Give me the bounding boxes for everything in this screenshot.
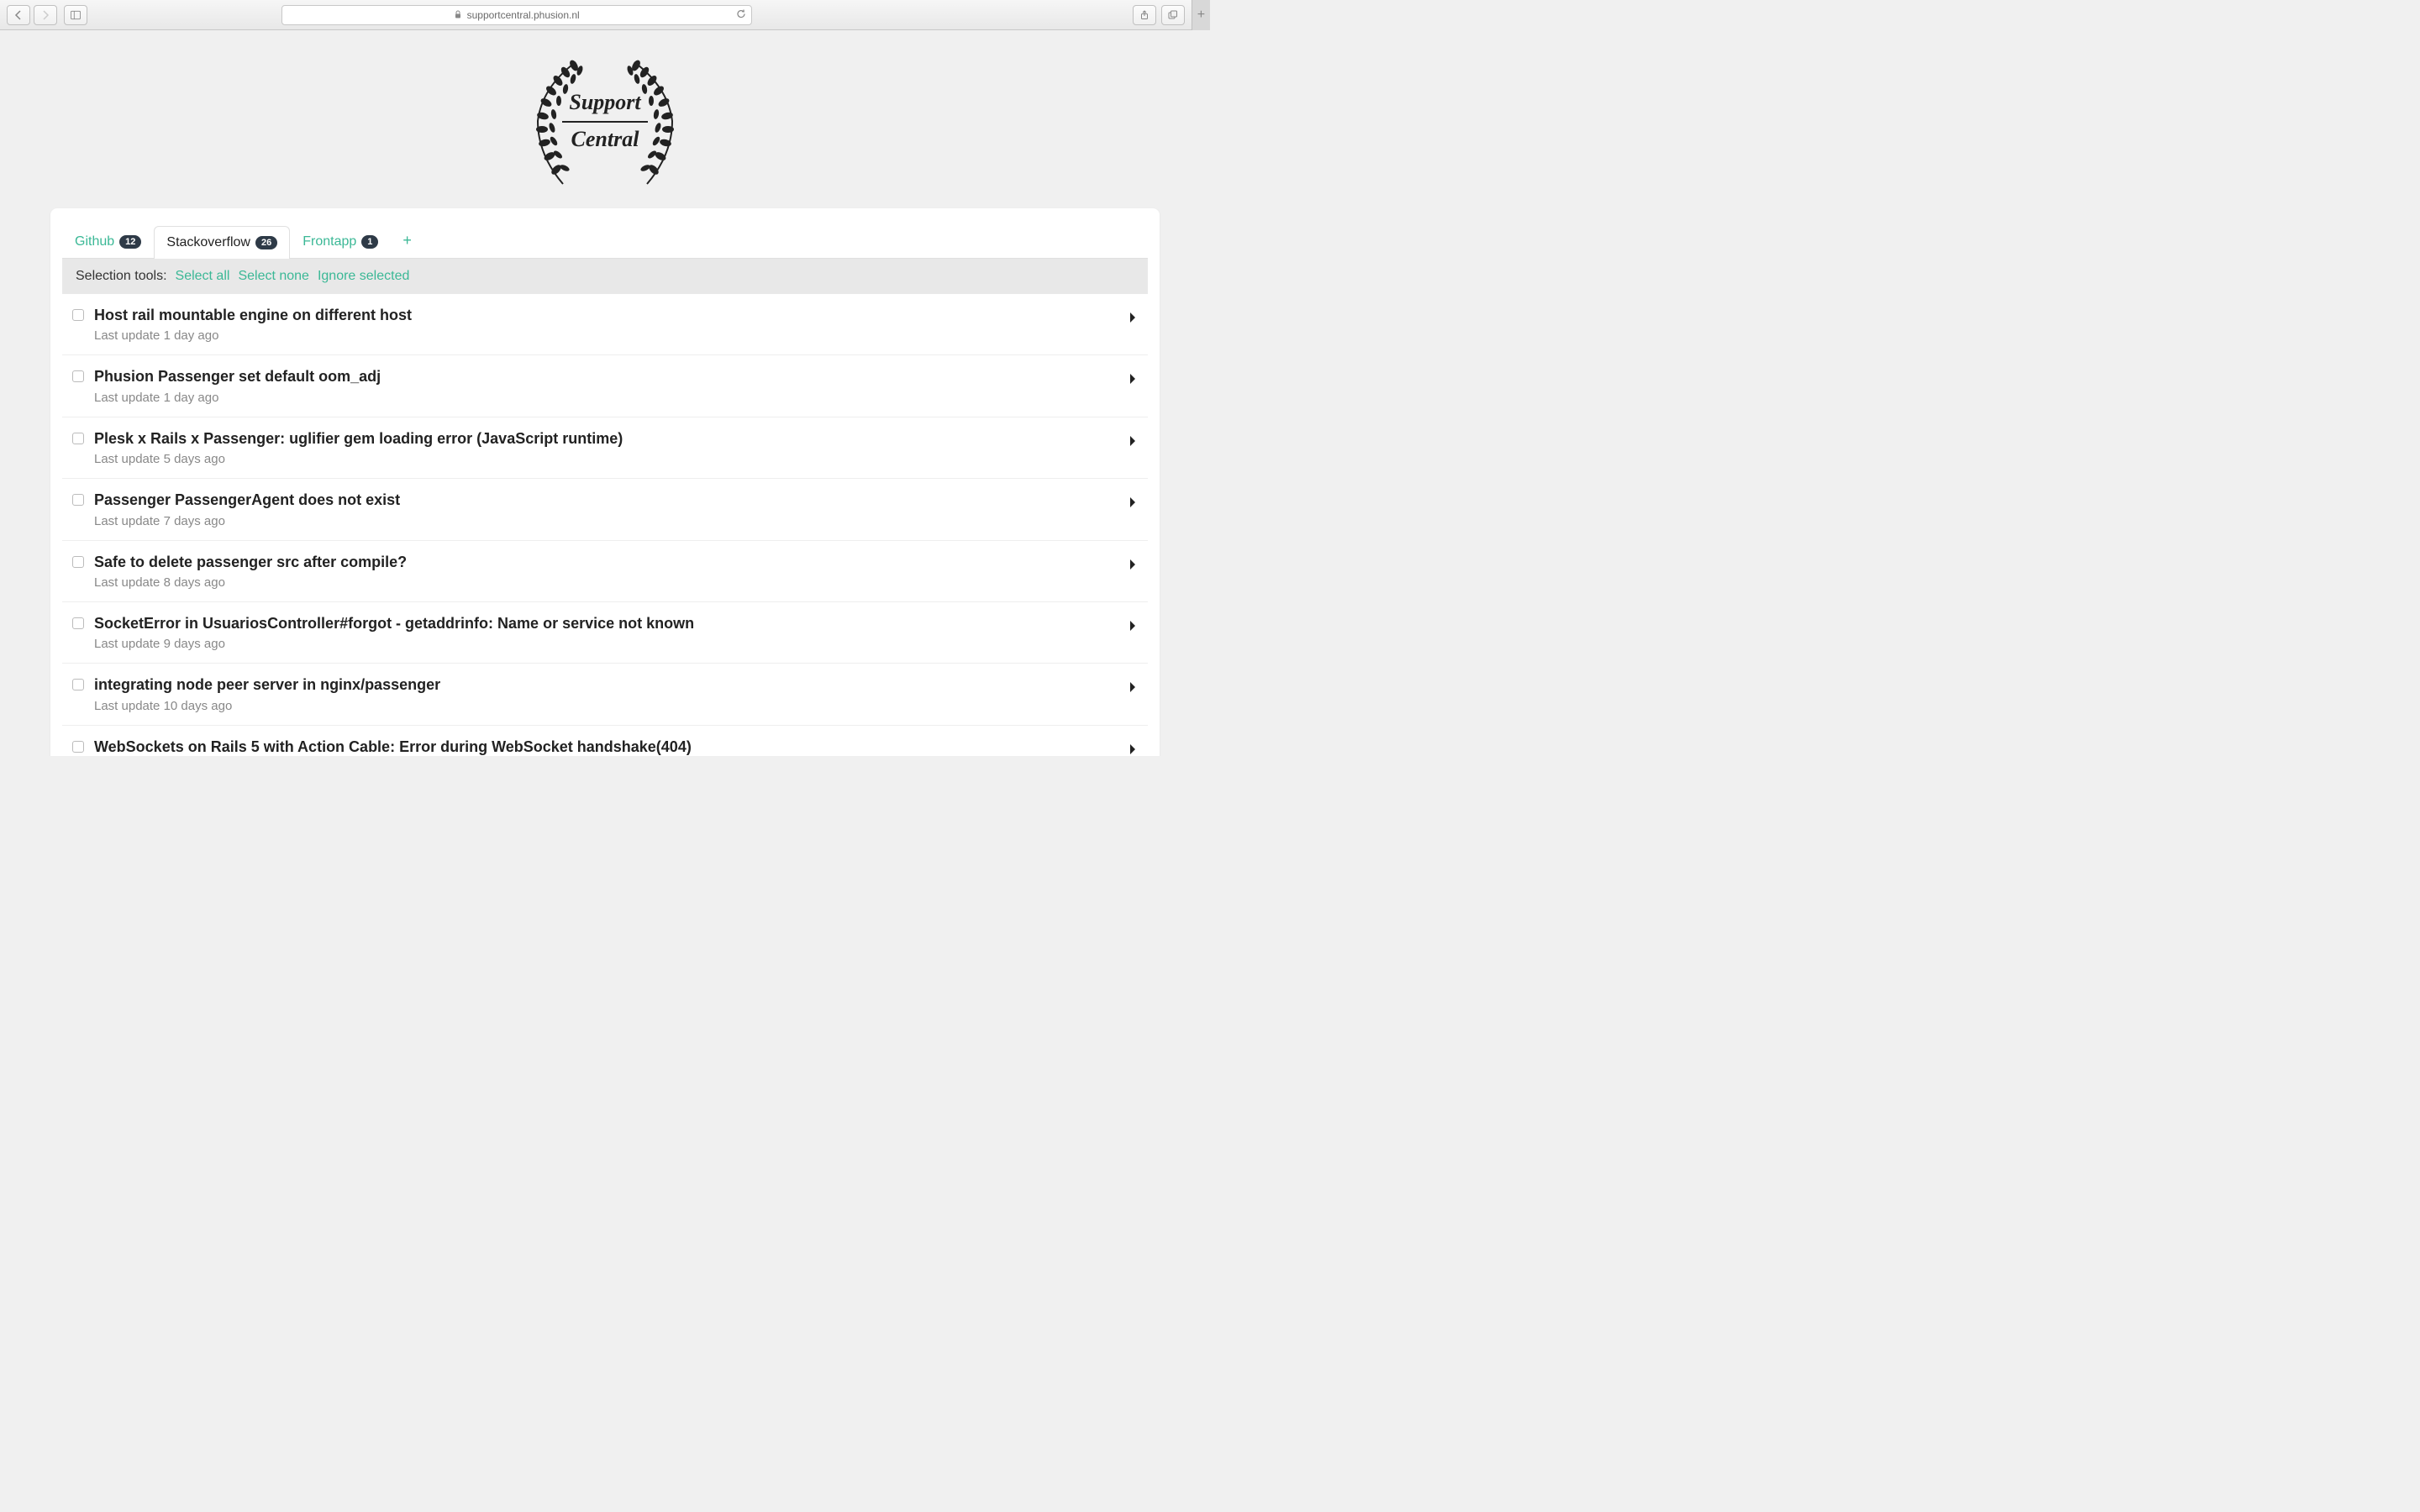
new-tab-button[interactable]: + bbox=[1192, 0, 1210, 30]
forward-button[interactable] bbox=[34, 5, 57, 25]
item-title: Host rail mountable engine on different … bbox=[94, 306, 1118, 325]
tab-stackoverflow[interactable]: Stackoverflow 26 bbox=[154, 226, 290, 259]
address-bar[interactable]: supportcentral.phusion.nl bbox=[281, 5, 752, 25]
list-item[interactable]: Passenger PassengerAgent does not exist … bbox=[62, 479, 1148, 540]
item-meta: Last update 10 days ago bbox=[94, 699, 1118, 713]
item-checkbox[interactable] bbox=[72, 494, 84, 506]
item-checkbox[interactable] bbox=[72, 679, 84, 690]
list-item[interactable]: integrating node peer server in nginx/pa… bbox=[62, 664, 1148, 725]
item-meta: Last update 8 days ago bbox=[94, 575, 1118, 590]
tab-badge: 26 bbox=[255, 236, 277, 249]
reload-icon[interactable] bbox=[736, 8, 746, 21]
chevron-right-icon[interactable] bbox=[1128, 496, 1138, 513]
select-all-link[interactable]: Select all bbox=[176, 269, 230, 284]
item-meta: Last update 5 days ago bbox=[94, 452, 1118, 466]
item-title: Safe to delete passenger src after compi… bbox=[94, 553, 1118, 572]
tab-frontapp[interactable]: Frontapp 1 bbox=[290, 225, 391, 258]
list-item[interactable]: SocketError in UsuariosController#forgot… bbox=[62, 602, 1148, 664]
item-meta: Last update 9 days ago bbox=[94, 637, 1118, 651]
back-button[interactable] bbox=[7, 5, 30, 25]
list-item[interactable]: WebSockets on Rails 5 with Action Cable:… bbox=[62, 726, 1148, 756]
selection-label: Selection tools: bbox=[76, 269, 167, 284]
tab-badge: 1 bbox=[361, 235, 378, 249]
item-checkbox[interactable] bbox=[72, 617, 84, 629]
ignore-selected-link[interactable]: Ignore selected bbox=[318, 269, 409, 284]
ticket-list: Host rail mountable engine on different … bbox=[62, 294, 1148, 756]
laurel-left-icon bbox=[517, 54, 592, 188]
item-meta: Last update 1 day ago bbox=[94, 328, 1118, 343]
url-text: supportcentral.phusion.nl bbox=[467, 9, 580, 21]
chevron-right-icon[interactable] bbox=[1128, 311, 1138, 328]
lock-icon bbox=[454, 9, 462, 21]
tab-add-button[interactable]: + bbox=[391, 223, 424, 258]
tabs-button[interactable] bbox=[1161, 5, 1185, 25]
tab-badge: 12 bbox=[119, 235, 141, 249]
item-title: SocketError in UsuariosController#forgot… bbox=[94, 614, 1118, 633]
list-item[interactable]: Plesk x Rails x Passenger: uglifier gem … bbox=[62, 417, 1148, 479]
chevron-right-icon[interactable] bbox=[1128, 743, 1138, 756]
item-title: Plesk x Rails x Passenger: uglifier gem … bbox=[94, 429, 1118, 449]
item-title: Passenger PassengerAgent does not exist bbox=[94, 491, 1118, 510]
tab-label: Stackoverflow bbox=[166, 235, 250, 250]
item-checkbox[interactable] bbox=[72, 309, 84, 321]
list-item[interactable]: Phusion Passenger set default oom_adj La… bbox=[62, 355, 1148, 417]
item-title: Phusion Passenger set default oom_adj bbox=[94, 367, 1118, 386]
selection-toolbar: Selection tools: Select all Select none … bbox=[62, 258, 1148, 294]
chevron-right-icon[interactable] bbox=[1128, 558, 1138, 575]
logo: Support Central bbox=[517, 54, 693, 188]
tab-label: Github bbox=[75, 234, 114, 249]
chevron-right-icon[interactable] bbox=[1128, 434, 1138, 452]
item-title: integrating node peer server in nginx/pa… bbox=[94, 675, 1118, 695]
tab-label: Frontapp bbox=[302, 234, 356, 249]
item-checkbox[interactable] bbox=[72, 370, 84, 382]
item-title: WebSockets on Rails 5 with Action Cable:… bbox=[94, 738, 1118, 756]
share-button[interactable] bbox=[1133, 5, 1156, 25]
chevron-right-icon[interactable] bbox=[1128, 680, 1138, 698]
page-content: Support Central Github 12 Stackoverflow … bbox=[0, 30, 1210, 756]
list-item[interactable]: Safe to delete passenger src after compi… bbox=[62, 541, 1148, 602]
chevron-right-icon[interactable] bbox=[1128, 619, 1138, 637]
browser-toolbar: supportcentral.phusion.nl + bbox=[0, 0, 1210, 30]
item-meta: Last update 7 days ago bbox=[94, 514, 1118, 528]
tabs-row: Github 12 Stackoverflow 26 Frontapp 1 + bbox=[50, 208, 1160, 258]
laurel-right-icon bbox=[618, 54, 693, 188]
sidebar-toggle-button[interactable] bbox=[64, 5, 87, 25]
item-checkbox[interactable] bbox=[72, 741, 84, 753]
main-card: Github 12 Stackoverflow 26 Frontapp 1 + … bbox=[50, 208, 1160, 756]
item-checkbox[interactable] bbox=[72, 556, 84, 568]
tab-github[interactable]: Github 12 bbox=[62, 225, 154, 258]
item-checkbox[interactable] bbox=[72, 433, 84, 444]
select-none-link[interactable]: Select none bbox=[238, 269, 309, 284]
item-meta: Last update 1 day ago bbox=[94, 391, 1118, 405]
list-item[interactable]: Host rail mountable engine on different … bbox=[62, 294, 1148, 355]
chevron-right-icon[interactable] bbox=[1128, 372, 1138, 390]
logo-area: Support Central bbox=[0, 30, 1210, 208]
